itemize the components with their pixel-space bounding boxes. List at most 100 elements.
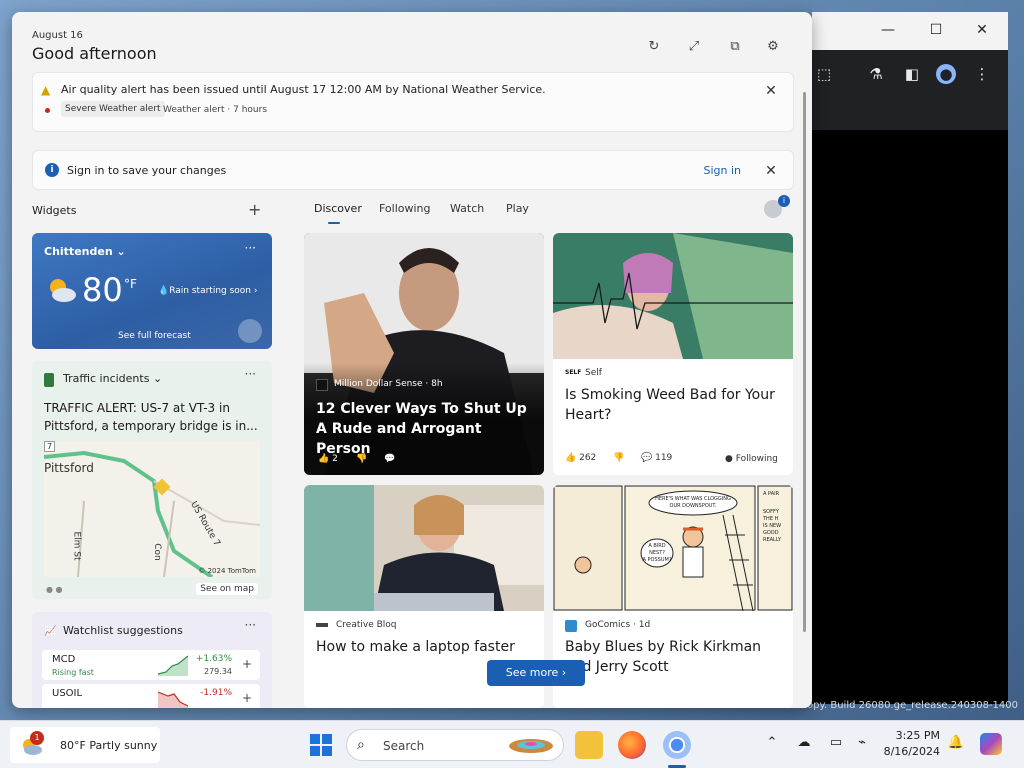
- like-button[interactable]: 👍 2: [318, 454, 338, 464]
- comment-count: 119: [655, 453, 673, 463]
- panel-scrollbar[interactable]: [803, 92, 806, 632]
- svg-text:SOFFY: SOFFY: [763, 509, 780, 515]
- comment-icon: 💬: [641, 453, 653, 463]
- pin-icon[interactable]: ⧉: [726, 38, 744, 56]
- traffic-headline[interactable]: TRAFFIC ALERT: US-7 at VT-3 in Pittsford…: [44, 399, 264, 435]
- taskbar-search-box[interactable]: ⌕ Search: [346, 729, 564, 761]
- thumbs-up-icon: 👍: [318, 454, 330, 464]
- comment-button[interactable]: 💬 119: [641, 453, 672, 463]
- news-source[interactable]: Self: [585, 368, 602, 378]
- news-image-comic: HERE'S WHAT WAS CLOGGING OUR DOWNSPOUT. …: [553, 485, 793, 611]
- clock-date[interactable]: 8/16/2024: [882, 745, 940, 758]
- stock-row[interactable]: USOIL -1.91% +: [42, 684, 260, 708]
- info-icon: i: [45, 163, 59, 177]
- news-card[interactable]: Million Dollar Sense · 8h 12 Clever Ways…: [304, 233, 544, 475]
- see-more-button[interactable]: See more ›: [487, 660, 585, 686]
- chevron-down-icon: ⌄: [116, 245, 126, 258]
- watchlist-more-icon[interactable]: ···: [245, 618, 256, 632]
- carousel-dots[interactable]: ● ●: [46, 585, 63, 594]
- news-card[interactable]: HERE'S WHAT WAS CLOGGING OUR DOWNSPOUT. …: [553, 485, 793, 708]
- weather-location[interactable]: Chittenden ⌄: [44, 245, 126, 258]
- taskbar-weather-button[interactable]: 1 80°F Partly sunny: [10, 727, 160, 763]
- weather-precip-note[interactable]: 💧Rain starting soon ›: [158, 286, 258, 296]
- notification-bell-icon[interactable]: 🔔: [946, 735, 966, 750]
- tab-discover[interactable]: Discover: [314, 202, 362, 215]
- cloud-offline-icon[interactable]: ☁: [794, 735, 814, 750]
- add-widget-icon[interactable]: +: [248, 200, 261, 219]
- header-date: August 16: [32, 30, 83, 41]
- signin-close-icon[interactable]: ✕: [763, 163, 779, 179]
- news-image-laptop-woman: [304, 485, 544, 611]
- like-button[interactable]: 👍 262: [565, 453, 596, 463]
- browser-titlebar[interactable]: — ☐ ✕: [812, 12, 1008, 50]
- copilot-icon[interactable]: [980, 733, 1002, 755]
- firefox-icon[interactable]: [618, 731, 646, 759]
- news-headline[interactable]: Is Smoking Weed Bad for Your Heart?: [565, 385, 785, 425]
- news-source[interactable]: Creative Bloq: [336, 620, 397, 630]
- add-stock-icon[interactable]: +: [242, 691, 252, 705]
- file-explorer-icon[interactable]: [575, 731, 603, 759]
- tab-following[interactable]: Following: [379, 202, 431, 215]
- traffic-map[interactable]: 7 Pittsford US Route 7 Elm St Con © 2024…: [44, 441, 260, 577]
- dislike-icon[interactable]: 👎: [356, 454, 367, 464]
- traffic-widget[interactable]: Traffic incidents ⌄ ··· TRAFFIC ALERT: U…: [32, 361, 272, 599]
- news-headline[interactable]: 12 Clever Ways To Shut Up A Rude and Arr…: [316, 399, 536, 459]
- news-card[interactable]: SELF Self Is Smoking Weed Bad for Your H…: [553, 233, 793, 475]
- tab-play[interactable]: Play: [506, 202, 529, 215]
- svg-text:NEST?: NEST?: [649, 550, 665, 556]
- chevron-up-icon[interactable]: ⌃: [762, 735, 782, 750]
- expand-icon[interactable]: ⤢: [685, 38, 703, 56]
- header-greeting: Good afternoon: [32, 44, 157, 63]
- signin-link[interactable]: Sign in: [703, 164, 741, 177]
- watchlist-widget[interactable]: 📈 Watchlist suggestions ··· MCD Rising f…: [32, 612, 272, 708]
- clock-time[interactable]: 3:25 PM: [886, 729, 940, 742]
- radar-map-icon[interactable]: [238, 319, 262, 343]
- weather-widget[interactable]: Chittenden ⌄ ··· 80 °F 💧Rain starting so…: [32, 233, 272, 349]
- partly-sunny-icon: [50, 279, 76, 302]
- close-icon[interactable]: ✕: [972, 22, 992, 40]
- news-headline[interactable]: Baby Blues by Rick Kirkman and Jerry Sco…: [565, 637, 785, 677]
- search-icon: ⌕: [357, 737, 365, 753]
- stock-sparkline: [158, 691, 188, 708]
- svg-text:REALLY: REALLY: [763, 537, 782, 543]
- check-circle-icon: ●: [725, 454, 733, 464]
- alert-dot-icon: [45, 108, 50, 113]
- profile-icon[interactable]: ●: [936, 64, 956, 84]
- labs-flask-icon[interactable]: ⚗: [866, 64, 886, 84]
- signin-banner: i Sign in to save your changes Sign in ✕: [32, 150, 794, 190]
- stock-row[interactable]: MCD Rising fast +1.63% 279.34 +: [42, 650, 260, 680]
- alert-chip[interactable]: Severe Weather alert: [61, 101, 165, 117]
- chrome-icon[interactable]: [663, 731, 691, 759]
- display-icon[interactable]: ▭: [826, 735, 846, 750]
- news-source[interactable]: Million Dollar Sense · 8h: [334, 379, 443, 389]
- raindrop-icon: 💧: [158, 286, 170, 296]
- alert-close-icon[interactable]: ✕: [763, 83, 779, 99]
- weather-more-icon[interactable]: ···: [245, 241, 256, 255]
- add-stock-icon[interactable]: +: [242, 657, 252, 671]
- minimize-icon[interactable]: —: [878, 22, 898, 40]
- traffic-title[interactable]: Traffic incidents ⌄: [63, 372, 162, 385]
- dislike-icon[interactable]: 👎: [613, 453, 624, 463]
- refresh-icon[interactable]: ↻: [645, 38, 663, 56]
- sidebar-icon[interactable]: ◧: [902, 64, 922, 84]
- settings-gear-icon[interactable]: ⚙: [764, 38, 782, 56]
- widgets-label: Widgets: [32, 204, 77, 217]
- extensions-icon[interactable]: ⬚: [814, 64, 834, 84]
- news-source[interactable]: GoComics · 1d: [585, 620, 650, 630]
- comment-icon[interactable]: 💬: [384, 454, 395, 464]
- weather-alert-banner[interactable]: ▲ Air quality alert has been issued unti…: [32, 72, 794, 132]
- browser-window[interactable]: — ☐ ✕ ⬚ ⚗ ◧ ● ⋮: [812, 12, 1008, 704]
- following-badge[interactable]: ● Following: [725, 454, 778, 464]
- news-headline[interactable]: How to make a laptop faster: [316, 637, 536, 657]
- tab-watch[interactable]: Watch: [450, 202, 484, 215]
- see-full-forecast-link[interactable]: See full forecast: [118, 331, 191, 341]
- warning-icon: ▲: [41, 83, 51, 97]
- windows-start-icon[interactable]: [309, 733, 333, 757]
- svg-text:THE H: THE H: [762, 516, 779, 522]
- publisher-logo-icon: SELF: [565, 369, 582, 376]
- network-icon[interactable]: ⌁: [852, 735, 872, 750]
- see-on-map-button[interactable]: See on map: [196, 583, 258, 595]
- maximize-icon[interactable]: ☐: [926, 22, 946, 40]
- menu-dots-icon[interactable]: ⋮: [972, 64, 992, 84]
- traffic-more-icon[interactable]: ···: [245, 367, 256, 381]
